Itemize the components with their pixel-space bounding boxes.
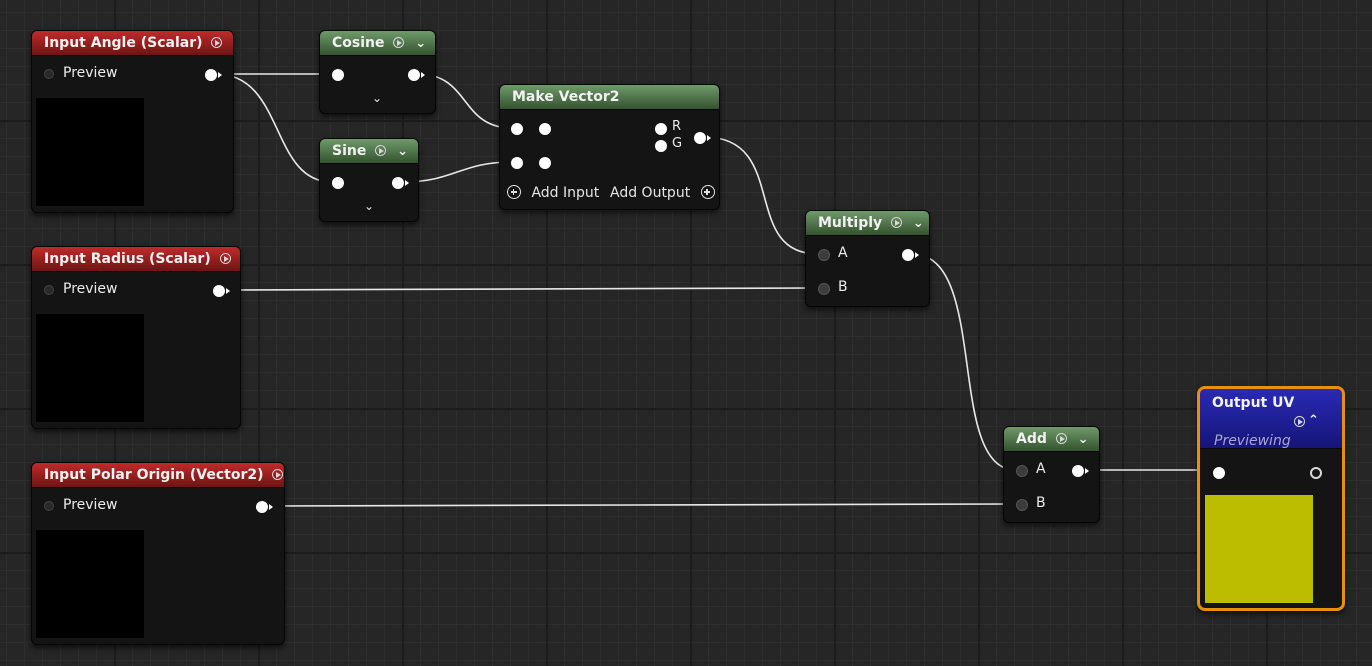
play-circle-icon[interactable]: [211, 37, 223, 48]
node-header[interactable]: Input Radius (Scalar) ⌃: [32, 247, 240, 272]
preview-image: [36, 314, 144, 422]
chevron-down-icon[interactable]: ⌄: [397, 140, 408, 164]
internal-pin-r-out[interactable]: [655, 123, 667, 135]
node-multiply[interactable]: Multiply ⌄ A B: [805, 210, 930, 307]
input-pin[interactable]: [332, 69, 344, 81]
chevron-down-icon[interactable]: ⌄: [1078, 428, 1089, 452]
wire-radius-to-multiply: [223, 287, 819, 291]
add-output-button[interactable]: Add Output: [610, 185, 715, 201]
input-pin-a[interactable]: [1016, 465, 1028, 477]
preview-image: [36, 98, 144, 206]
node-header[interactable]: Add ⌄: [1004, 427, 1099, 452]
node-header[interactable]: Make Vector2: [500, 85, 719, 110]
output-pin[interactable]: [256, 501, 273, 513]
add-input-button[interactable]: Add Input: [507, 185, 599, 201]
node-input-polar-origin[interactable]: Input Polar Origin (Vector2) ⌃ Preview: [31, 462, 285, 645]
chevron-down-icon[interactable]: ⌄: [364, 199, 374, 213]
chevron-down-icon[interactable]: ⌄: [372, 91, 382, 105]
chevron-down-icon[interactable]: ⌄: [913, 212, 924, 236]
output-pin[interactable]: [408, 69, 425, 81]
chevron-up-icon[interactable]: ⌃: [233, 32, 234, 56]
add-output-label: Add Output: [610, 185, 691, 201]
output-pin[interactable]: [1072, 465, 1089, 477]
node-make-vector2[interactable]: Make Vector2 R G Add Input Add Output: [499, 84, 720, 210]
input-pin[interactable]: [1213, 467, 1225, 479]
preview-toggle-pin[interactable]: [44, 69, 54, 79]
output-pin-ring[interactable]: [1310, 467, 1322, 479]
node-title: Sine: [332, 143, 367, 159]
play-circle-icon[interactable]: [1294, 416, 1305, 427]
node-title: Input Polar Origin (Vector2): [44, 467, 264, 483]
node-title: Output UV: [1212, 395, 1295, 411]
input-pin-a[interactable]: [818, 249, 830, 261]
node-header[interactable]: Multiply ⌄: [806, 211, 929, 236]
node-title: Input Radius (Scalar): [44, 251, 211, 267]
pin-label-a: A: [1036, 461, 1046, 477]
node-input-angle[interactable]: Input Angle (Scalar) ⌃ Preview: [31, 30, 234, 213]
plus-circle-icon: [507, 185, 521, 199]
node-title: Cosine: [332, 35, 385, 51]
node-sine[interactable]: Sine ⌄ ⌄: [319, 138, 419, 222]
pin-label-r: R: [672, 119, 682, 134]
output-pin[interactable]: [392, 177, 409, 189]
node-header[interactable]: Output UV ⌃ Previewing: [1200, 389, 1342, 449]
output-pin[interactable]: [213, 285, 230, 297]
node-title: Input Angle (Scalar): [44, 35, 203, 51]
preview-label: Preview: [63, 65, 118, 81]
input-pin-r[interactable]: [511, 123, 523, 135]
output-pin[interactable]: [205, 69, 222, 81]
preview-image: [1205, 495, 1313, 603]
pin-label-b: B: [838, 279, 848, 295]
input-pin-b[interactable]: [818, 283, 830, 295]
internal-pin-g-in[interactable]: [539, 157, 551, 169]
preview-image: [36, 530, 144, 638]
input-pin-b[interactable]: [1016, 499, 1028, 511]
node-add[interactable]: Add ⌄ A B: [1003, 426, 1100, 523]
input-pin-g[interactable]: [511, 157, 523, 169]
add-input-label: Add Input: [531, 185, 600, 201]
node-header[interactable]: Sine ⌄: [320, 139, 418, 164]
internal-pin-r-in[interactable]: [539, 123, 551, 135]
node-title: Add: [1016, 431, 1047, 447]
previewing-status: Previewing: [1214, 433, 1291, 449]
node-header[interactable]: Cosine ⌄: [320, 31, 435, 56]
play-circle-icon[interactable]: [219, 253, 231, 264]
chevron-down-icon[interactable]: ⌄: [415, 32, 426, 56]
play-circle-icon[interactable]: [393, 37, 405, 48]
wire-make-vector2-to-multiply: [703, 136, 819, 255]
node-input-radius[interactable]: Input Radius (Scalar) ⌃ Preview: [31, 246, 241, 429]
preview-label: Preview: [63, 281, 118, 297]
output-pin[interactable]: [902, 249, 919, 261]
pin-label-b: B: [1036, 495, 1046, 511]
preview-toggle-pin[interactable]: [44, 285, 54, 295]
pin-label-g: G: [672, 136, 683, 151]
node-title: Make Vector2: [512, 89, 620, 105]
preview-label: Preview: [63, 497, 118, 513]
wire-origin-to-add: [265, 503, 1017, 507]
pin-label-a: A: [838, 245, 848, 261]
play-circle-icon[interactable]: [891, 217, 903, 228]
node-output-uv[interactable]: Output UV ⌃ Previewing: [1197, 386, 1345, 611]
output-pin[interactable]: [694, 132, 711, 144]
internal-pin-g-out[interactable]: [655, 140, 667, 152]
input-pin[interactable]: [332, 177, 344, 189]
preview-toggle-pin[interactable]: [44, 501, 54, 511]
node-header[interactable]: Input Angle (Scalar) ⌃: [32, 31, 233, 56]
node-title: Multiply: [818, 215, 883, 231]
node-header[interactable]: Input Polar Origin (Vector2) ⌃: [32, 463, 284, 488]
play-circle-icon[interactable]: [375, 145, 387, 156]
play-circle-icon[interactable]: [1055, 433, 1067, 444]
play-circle-icon[interactable]: [272, 469, 284, 480]
chevron-up-icon[interactable]: ⌃: [1308, 413, 1319, 428]
node-cosine[interactable]: Cosine ⌄ ⌄: [319, 30, 436, 114]
plus-circle-icon: [700, 185, 715, 199]
